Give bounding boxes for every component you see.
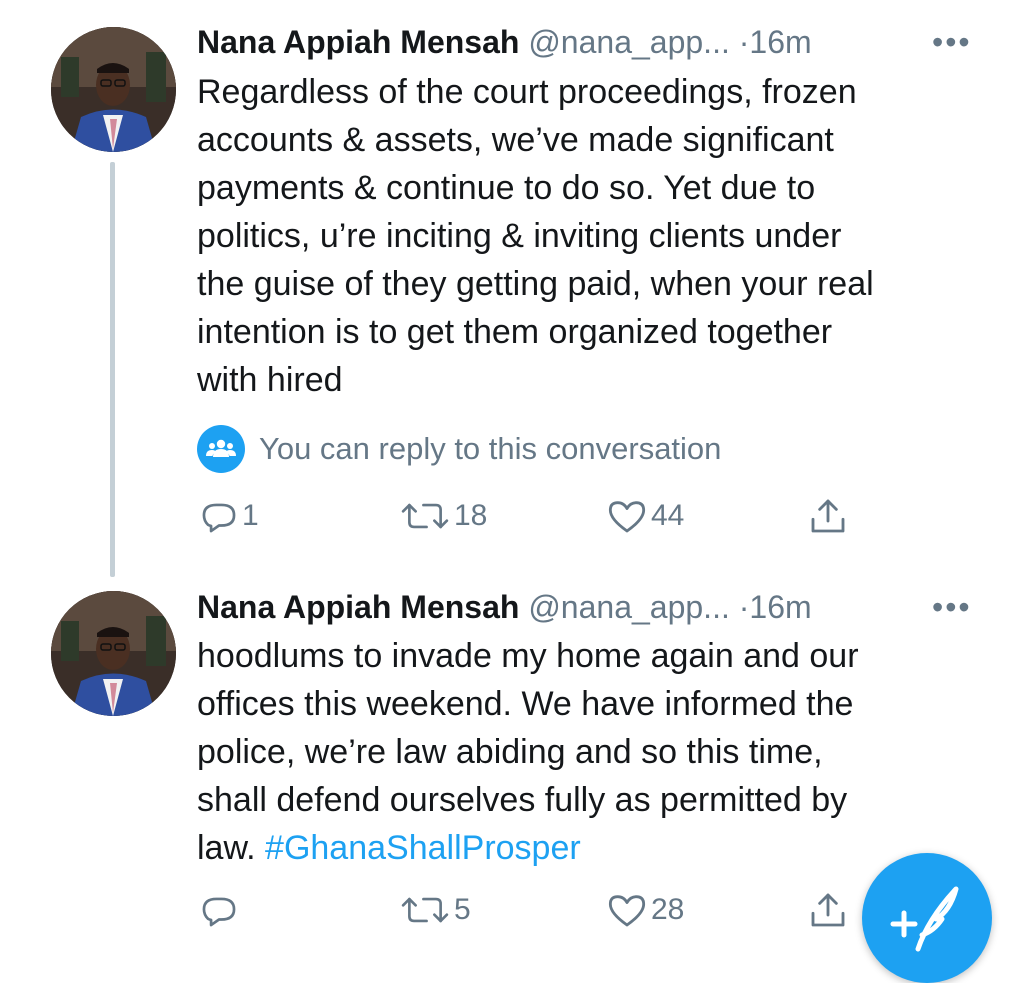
retweet-icon (401, 503, 449, 529)
tweet-header: Nana Appiah Mensah @nana_app... ·16m (197, 22, 812, 62)
time-separator: · (738, 24, 750, 60)
retweet-count: 5 (454, 893, 471, 926)
time-separator: · (738, 589, 750, 625)
tweet-text-line: politics, u’re inciting & inviting clien… (197, 217, 842, 255)
tweet-text-line: law. #GhanaShallProsper (197, 824, 997, 872)
tweet-text-line: accounts & assets, we’ve made significan… (197, 121, 834, 159)
reply-count: 1 (242, 499, 259, 532)
tweet-text-line: hoodlums to invade my home again and our (197, 637, 859, 675)
reply-icon (202, 503, 236, 533)
author-name[interactable]: Nana Appiah Mensah (197, 24, 519, 60)
tweet-text-line: payments & continue to do so. Yet due to (197, 169, 816, 207)
compose-tweet-icon (890, 886, 959, 952)
retweet-button[interactable]: 5 (400, 888, 471, 932)
like-count: 44 (651, 499, 685, 532)
reply-button[interactable]: 1 (200, 494, 259, 538)
retweet-button[interactable]: 18 (400, 494, 487, 538)
hashtag-link[interactable]: #GhanaShallProsper (265, 829, 581, 867)
tweet-text: Regardless of the court proceedings, fro… (197, 68, 997, 404)
share-button[interactable] (808, 494, 848, 538)
tweet-1[interactable]: Nana Appiah Mensah @nana_app... ·16m •••… (0, 0, 1024, 580)
tweet-header: Nana Appiah Mensah @nana_app... ·16m (197, 587, 812, 627)
reply-button[interactable] (200, 888, 238, 932)
like-button[interactable]: 28 (607, 888, 684, 932)
people-icon (197, 425, 245, 473)
avatar[interactable] (51, 591, 176, 716)
tweet-text-line: offices this weekend. We have informed t… (197, 685, 854, 723)
conversation-reply-note: You can reply to this conversation (197, 425, 721, 473)
heart-icon (608, 895, 646, 927)
reply-note-text: You can reply to this conversation (259, 431, 722, 466)
tweet-time[interactable]: 16m (749, 589, 811, 625)
avatar-image (51, 591, 176, 716)
tweet-actions: 1 18 44 (0, 494, 1024, 538)
tweet-text-line: the guise of they getting paid, when you… (197, 265, 874, 303)
like-button[interactable]: 44 (607, 494, 684, 538)
share-icon (811, 893, 845, 927)
retweet-count: 18 (454, 499, 488, 532)
like-count: 28 (651, 893, 685, 926)
compose-tweet-button[interactable] (862, 853, 992, 983)
share-icon (811, 499, 845, 533)
reply-icon (202, 897, 236, 927)
tweet-text-line: intention is to get them organized toget… (197, 313, 833, 351)
more-options-icon[interactable]: ••• (932, 22, 972, 62)
author-name[interactable]: Nana Appiah Mensah (197, 589, 519, 625)
avatar-image (51, 27, 176, 152)
more-options-icon[interactable]: ••• (932, 587, 972, 627)
author-handle[interactable]: @nana_app... (528, 24, 730, 60)
heart-icon (608, 501, 646, 533)
tweet-time[interactable]: 16m (749, 24, 811, 60)
tweet-text-line: with hired (197, 361, 343, 399)
tweet-text-line: police, we’re law abiding and so this ti… (197, 733, 823, 771)
tweet-text-line: Regardless of the court proceedings, fro… (197, 73, 857, 111)
author-handle[interactable]: @nana_app... (528, 589, 730, 625)
share-button[interactable] (808, 888, 848, 932)
tweet-text: hoodlums to invade my home again and our… (197, 632, 997, 872)
tweet-text-line: shall defend ourselves fully as permitte… (197, 781, 848, 819)
tweet-text-segment: law. (197, 829, 266, 867)
retweet-icon (401, 897, 449, 923)
avatar[interactable] (51, 27, 176, 152)
